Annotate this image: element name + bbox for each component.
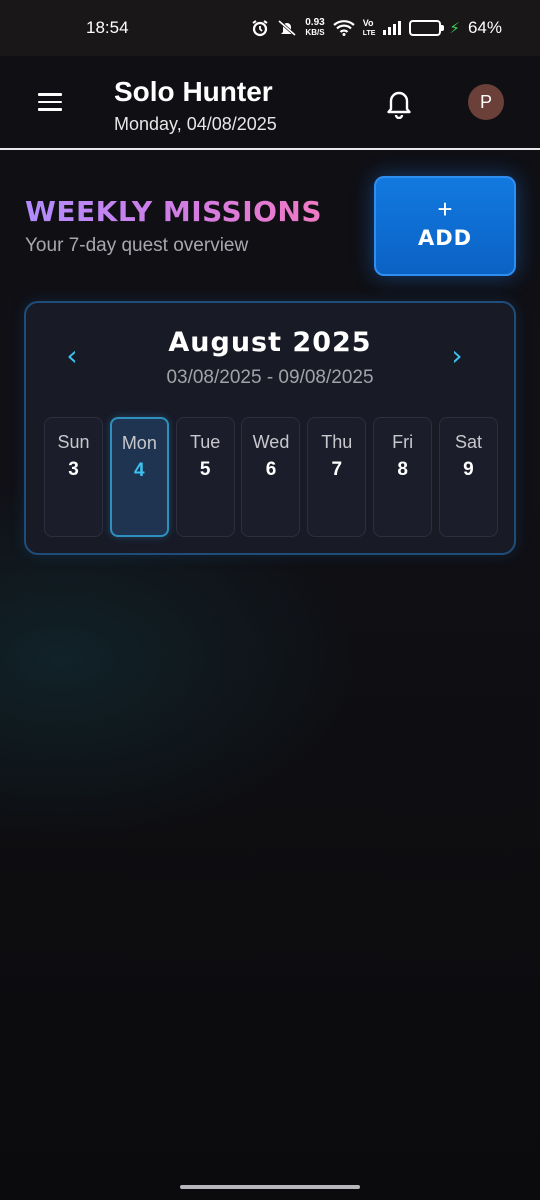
app-title: Solo Hunter — [114, 76, 273, 107]
week-range: 03/08/2025 - 09/08/2025 — [166, 367, 374, 388]
day-cell-mon-selected[interactable]: Mon 4 — [109, 417, 169, 537]
month-title: August 2025 — [168, 327, 372, 358]
next-week-chevron-icon[interactable]: › — [444, 342, 470, 370]
day-number: 6 — [265, 459, 277, 480]
avatar[interactable]: P — [468, 84, 504, 120]
current-date: Monday, 04/08/2025 — [114, 114, 277, 134]
net-speed-value: 0.93 — [305, 17, 325, 28]
net-speed: 0.93 KB/S — [305, 18, 324, 38]
signal-icon — [383, 21, 402, 35]
day-cell-wed[interactable]: Wed 6 — [241, 417, 301, 537]
plus-icon: + — [437, 194, 453, 224]
day-number: 3 — [68, 459, 79, 480]
menu-icon[interactable] — [38, 93, 62, 113]
battery-icon — [409, 20, 445, 36]
alarm-icon — [252, 20, 268, 37]
add-button-label: ADD — [417, 226, 473, 250]
section-title: WEEKLY MISSIONS — [25, 195, 323, 228]
day-cell-sun[interactable]: Sun 3 — [44, 417, 103, 537]
wifi-icon — [332, 20, 355, 36]
add-mission-button[interactable]: + ADD — [374, 176, 516, 276]
status-time: 18:54 — [86, 18, 129, 37]
days-row: Sun 3 Mon 4 Tue 5 Wed 6 Thu 7 Fri 8 Sat … — [44, 417, 498, 537]
day-number: 4 — [134, 460, 145, 481]
section-subtitle: Your 7-day quest overview — [25, 235, 249, 256]
day-name: Sun — [57, 432, 90, 452]
home-indicator[interactable] — [180, 1185, 360, 1189]
mute-icon — [278, 19, 297, 37]
day-cell-fri[interactable]: Fri 8 — [373, 417, 433, 537]
day-number: 7 — [331, 459, 343, 480]
net-speed-unit: KB/S — [305, 28, 325, 37]
day-name: Tue — [189, 432, 221, 452]
day-number: 5 — [199, 459, 211, 480]
day-number: 8 — [397, 459, 408, 480]
day-name: Mon — [121, 433, 157, 453]
volte-top: Vo — [362, 17, 374, 28]
status-bar: 18:54 0.93 KB/S Vo LTE ⚡ 64% — [0, 0, 540, 56]
battery-percent: 64% — [467, 18, 502, 37]
day-cell-thu[interactable]: Thu 7 — [307, 417, 367, 537]
day-name: Fri — [392, 432, 414, 452]
week-calendar: ‹ August 2025 03/08/2025 - 09/08/2025 › … — [24, 301, 516, 555]
app-header: Solo Hunter Monday, 04/08/2025 P — [0, 56, 540, 150]
status-icons: 0.93 KB/S Vo LTE ⚡ 64% — [251, 18, 502, 38]
bell-icon[interactable] — [385, 87, 413, 119]
day-number: 9 — [463, 459, 474, 480]
charging-icon: ⚡ — [449, 20, 460, 37]
day-name: Thu — [321, 432, 353, 452]
volte-bottom: LTE — [362, 29, 376, 37]
volte-indicator: Vo LTE — [362, 17, 376, 38]
day-cell-sat[interactable]: Sat 9 — [438, 417, 498, 537]
day-name: Sat — [454, 432, 482, 452]
day-cell-tue[interactable]: Tue 5 — [175, 417, 235, 537]
day-name: Wed — [252, 432, 290, 452]
